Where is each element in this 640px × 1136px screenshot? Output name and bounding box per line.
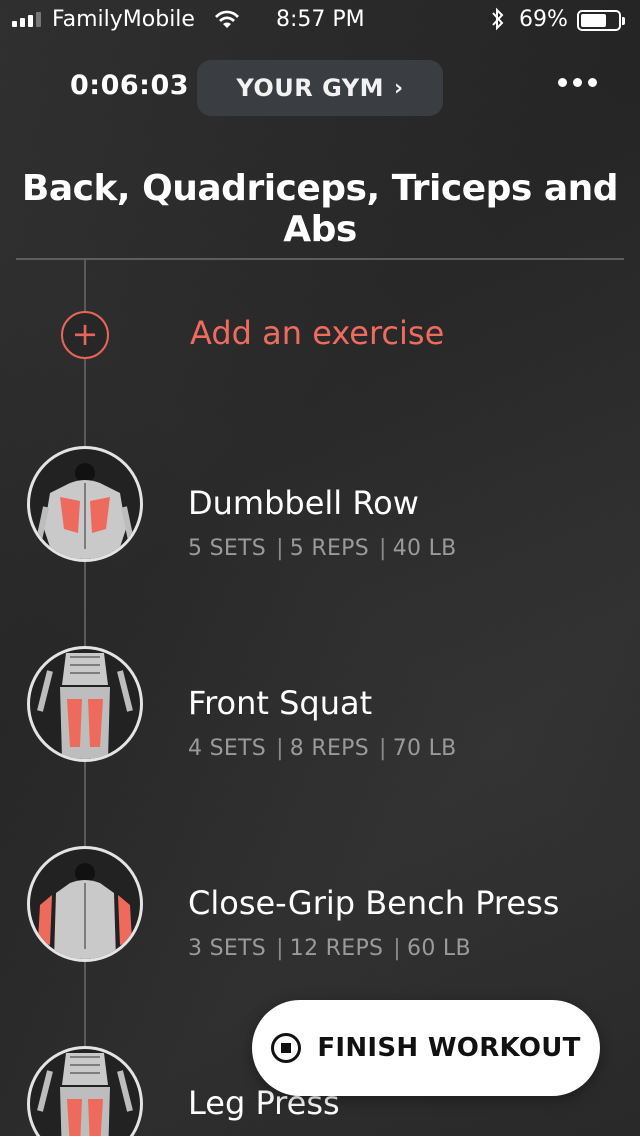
status-time: 8:57 PM [276,7,365,32]
quadriceps-muscle-icon [27,1046,143,1136]
exercise-item[interactable]: Front Squat 4 SETS | 8 REPS | 70 LB [0,646,640,776]
plus-circle-icon[interactable]: + [61,311,109,359]
exercise-sets: 3 SETS [188,936,267,961]
exercise-name: Dumbbell Row [188,484,419,522]
exercise-item[interactable]: Dumbbell Row 5 SETS | 5 REPS | 40 LB [0,446,640,576]
exercise-weight: 60 LB [407,936,471,961]
exercise-meta: 4 SETS | 8 REPS | 70 LB [188,736,457,761]
exercise-sets: 4 SETS [188,736,267,761]
add-exercise-row[interactable]: + Add an exercise [0,300,640,370]
bluetooth-icon [490,6,506,38]
exercise-weight: 70 LB [392,736,457,761]
carrier-name: FamilyMobile [52,7,195,32]
battery-percent: 69% [519,7,568,32]
status-bar: FamilyMobile 8:57 PM 69% [0,0,640,40]
finish-workout-button[interactable]: FINISH WORKOUT [252,1000,600,1096]
gym-button-label: YOUR GYM [236,74,385,102]
back-muscle-icon [27,446,143,562]
quadriceps-muscle-icon [27,646,143,762]
stop-circle-icon [271,1033,302,1063]
more-dots-icon[interactable] [558,78,597,87]
exercise-reps: 5 REPS [289,536,369,561]
triceps-muscle-icon [27,846,143,962]
exercise-meta: 3 SETS | 12 REPS | 60 LB [188,936,471,961]
your-gym-button[interactable]: YOUR GYM › [197,60,443,116]
chevron-right-icon: › [394,75,404,101]
exercise-meta: 5 SETS | 5 REPS | 40 LB [188,536,457,561]
battery-icon [577,10,625,31]
exercise-name: Front Squat [188,684,373,722]
exercise-reps: 8 REPS [289,736,369,761]
workout-timer: 0:06:03 [70,70,190,101]
add-exercise-label[interactable]: Add an exercise [190,314,444,352]
wifi-icon [212,8,242,36]
exercise-sets: 5 SETS [188,536,267,561]
exercise-weight: 40 LB [392,536,457,561]
exercise-name: Close-Grip Bench Press [188,884,560,922]
workout-title: Back, Quadriceps, Triceps and Abs [21,168,619,250]
exercise-item[interactable]: Close-Grip Bench Press 3 SETS | 12 REPS | 60… [0,846,640,976]
finish-workout-label: FINISH WORKOUT [317,1033,581,1063]
signal-icon [12,11,41,27]
exercise-reps: 12 REPS [289,936,384,961]
divider [16,258,624,260]
